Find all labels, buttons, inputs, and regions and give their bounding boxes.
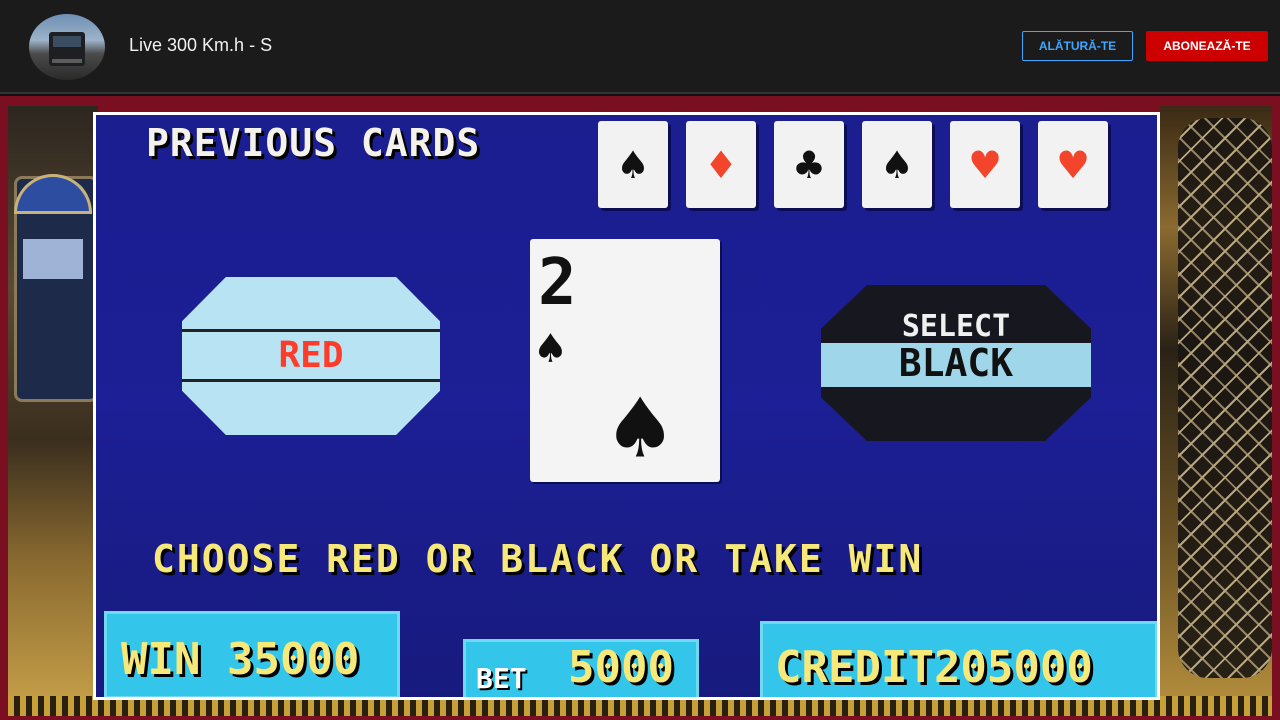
previous-card: ♠ (598, 121, 668, 208)
diamond-icon: ♦ (707, 137, 735, 192)
truck-icon (49, 32, 85, 66)
channel-header: Live 300 Km.h - S ALĂTURĂ-TE ABONEAZĂ-TE (0, 0, 1280, 94)
black-button[interactable]: SELECT BLACK (821, 285, 1091, 441)
current-card: 2 ♠ ♠ (530, 239, 720, 482)
red-button[interactable]: RED (182, 277, 440, 435)
red-button-top-line (182, 329, 440, 332)
previous-cards-label: PREVIOUS CARDS (146, 121, 481, 165)
spade-icon: ♠ (883, 137, 911, 192)
black-button-select-label: SELECT (901, 309, 1011, 344)
previous-card: ♥ (1038, 121, 1108, 208)
club-icon: ♣ (795, 137, 823, 192)
instruction-text: CHOOSE RED OR BLACK OR TAKE WIN (152, 537, 924, 581)
spade-icon: ♠ (536, 321, 565, 377)
red-button-label: RED (278, 335, 344, 376)
heart-icon: ♥ (971, 137, 999, 192)
previous-card: ♣ (774, 121, 844, 208)
lattice-pillar-overlay (1178, 118, 1272, 678)
bet-panel[interactable]: BET 5000 (463, 639, 699, 697)
bet-value: 5000 (568, 642, 674, 693)
spade-icon: ♠ (610, 370, 671, 487)
join-button[interactable]: ALĂTURĂ-TE (1022, 31, 1133, 61)
heart-icon: ♥ (1059, 137, 1087, 192)
spade-icon: ♠ (619, 137, 647, 192)
previous-card: ♦ (686, 121, 756, 208)
subscribe-button[interactable]: ABONEAZĂ-TE (1146, 31, 1268, 61)
black-button-label: BLACK (898, 341, 1014, 385)
credit-panel: CREDIT205000 (760, 621, 1157, 697)
gamble-screen: PREVIOUS CARDS ♠ ♦ ♣ ♠ ♥ ♥ RED 2 ♠ ♠ SELECT B… (93, 112, 1160, 700)
channel-title[interactable]: Live 300 Km.h - S (129, 35, 272, 56)
current-card-rank: 2 (538, 246, 577, 320)
win-text: WIN 35000 (121, 634, 360, 685)
win-panel[interactable]: WIN 35000 (104, 611, 400, 697)
channel-avatar[interactable] (29, 14, 105, 80)
previous-card: ♠ (862, 121, 932, 208)
credit-text: CREDIT205000 (775, 642, 1093, 693)
previous-card: ♥ (950, 121, 1020, 208)
bet-label: BET (476, 662, 527, 695)
red-button-bottom-line (182, 379, 440, 382)
